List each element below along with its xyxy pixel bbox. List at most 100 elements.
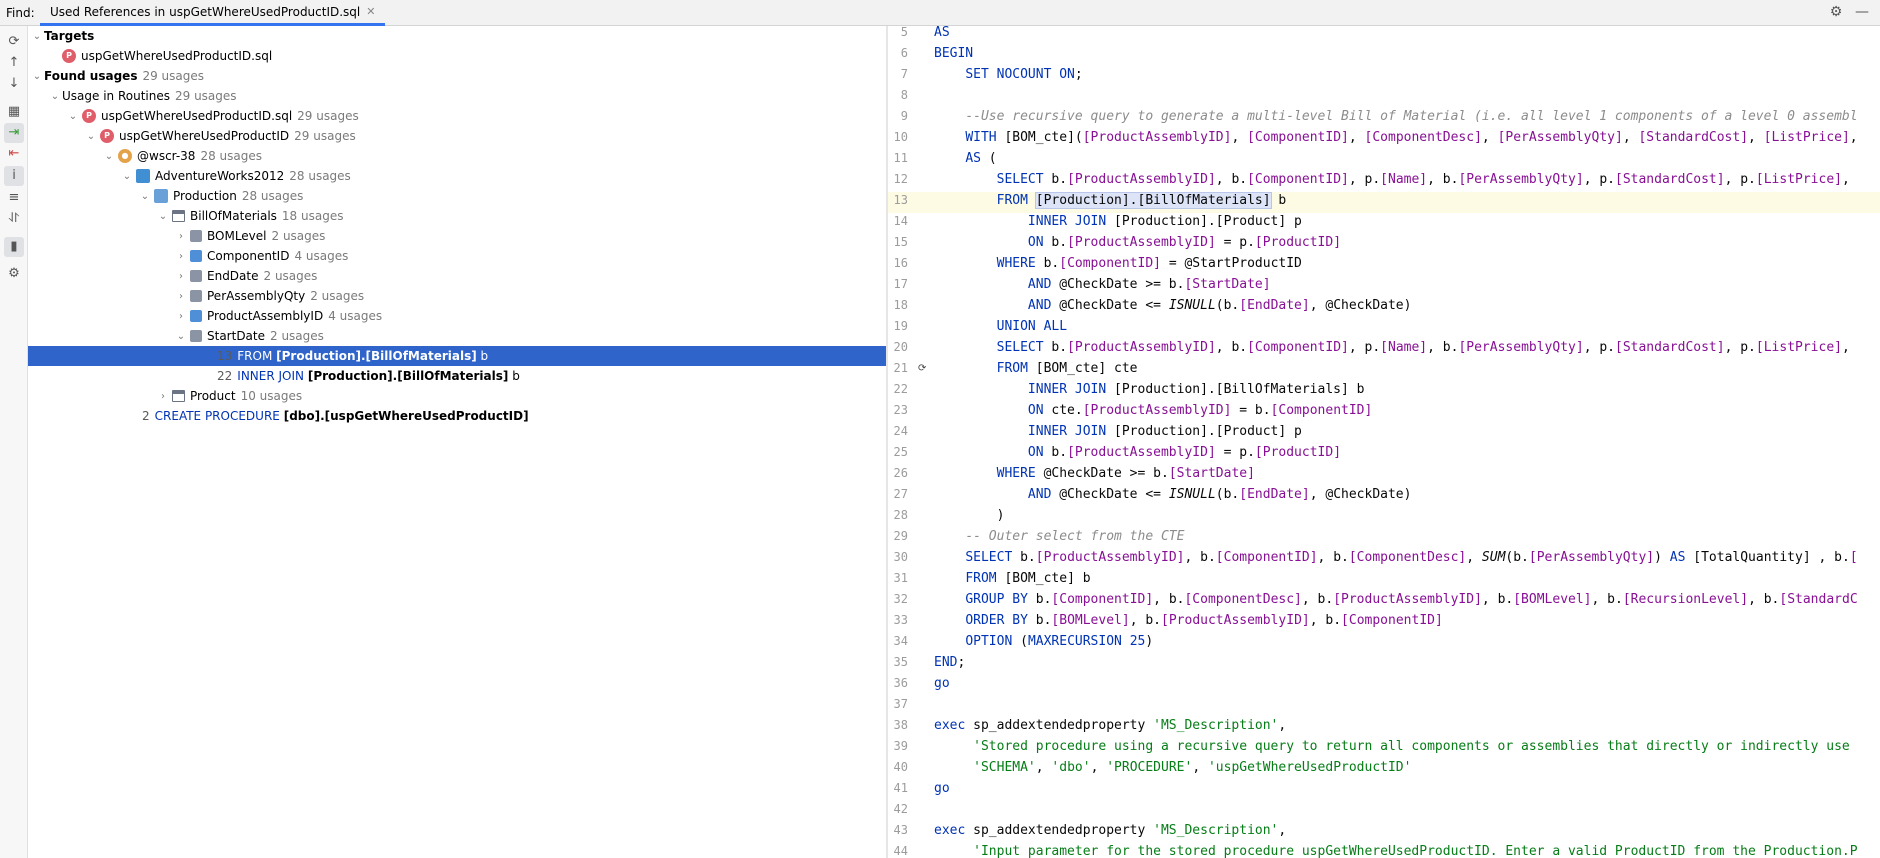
exclude-icon[interactable]: ⇤ (4, 144, 24, 164)
merge-icon[interactable]: ⥯ (4, 209, 24, 229)
code-line[interactable]: 44 'Input parameter for the stored proce… (888, 843, 1880, 858)
code-line[interactable]: 10 WITH [BOM_cte]([ProductAssemblyID], [… (888, 129, 1880, 150)
code-line[interactable]: 29 -- Outer select from the CTE (888, 528, 1880, 549)
chevron-down-icon[interactable]: ⌄ (30, 31, 44, 42)
tree-node-column[interactable]: › ComponentID 4 usages (28, 246, 886, 266)
preview-icon[interactable]: ▮ (4, 237, 24, 257)
code-line[interactable]: 16 WHERE b.[ComponentID] = @StartProduct… (888, 255, 1880, 276)
settings-icon[interactable]: ⚙ (4, 264, 24, 284)
code-line[interactable]: 9 --Use recursive query to generate a mu… (888, 108, 1880, 129)
tree-node-column[interactable]: › PerAssemblyQty 2 usages (28, 286, 886, 306)
code-line[interactable]: 5 AS (888, 26, 1880, 45)
navigate-icon[interactable]: ⇥ (4, 123, 24, 143)
code-line[interactable]: 37 (888, 696, 1880, 717)
chevron-right-icon[interactable]: › (174, 251, 188, 262)
tree-node-table[interactable]: ⌄ BillOfMaterials 18 usages (28, 206, 886, 226)
code-line[interactable]: 25 ON b.[ProductAssemblyID] = p.[Product… (888, 444, 1880, 465)
chevron-right-icon[interactable]: › (174, 311, 188, 322)
code-line[interactable]: 34 OPTION (MAXRECURSION 25) (888, 633, 1880, 654)
chevron-down-icon[interactable]: ⌄ (120, 171, 134, 182)
chevron-right-icon[interactable]: › (174, 291, 188, 302)
usage-count: 2 usages (270, 329, 324, 343)
code-preview[interactable]: 5 AS 6 BEGIN 7 SET NOCOUNT ON; 8 9 --Use recur… (888, 26, 1880, 858)
line-number: 16 (893, 256, 908, 270)
tree-node-column[interactable]: › EndDate 2 usages (28, 266, 886, 286)
chevron-down-icon[interactable]: ⌄ (174, 331, 188, 342)
code-line[interactable]: 26 WHERE @CheckDate >= b.[StartDate] (888, 465, 1880, 486)
column-label: ComponentID (207, 249, 290, 263)
code-line[interactable]: 30 SELECT b.[ProductAssemblyID], b.[Comp… (888, 549, 1880, 570)
tree-node-connection[interactable]: ⌄ ● @wscr-38 28 usages (28, 146, 886, 166)
connection-icon: ● (118, 149, 132, 163)
tree-node-file[interactable]: ⌄ P uspGetWhereUsedProductID.sql 29 usag… (28, 106, 886, 126)
code-line[interactable]: 7 SET NOCOUNT ON; (888, 66, 1880, 87)
code-line[interactable]: 39 'Stored procedure using a recursive q… (888, 738, 1880, 759)
code-line[interactable]: 40 'SCHEMA', 'dbo', 'PROCEDURE', 'uspGet… (888, 759, 1880, 780)
code-line[interactable]: 23 ON cte.[ProductAssemblyID] = b.[Compo… (888, 402, 1880, 423)
code-line[interactable]: 6 BEGIN (888, 45, 1880, 66)
tree-node-schema[interactable]: ⌄ Production 28 usages (28, 186, 886, 206)
tree-node-found-usages[interactable]: ⌄ Found usages 29 usages (28, 66, 886, 86)
tree-usage[interactable]: 2 CREATE PROCEDURE [dbo].[uspGetWhereUse… (28, 406, 886, 426)
chevron-down-icon[interactable]: ⌄ (102, 151, 116, 162)
tree-node-column[interactable]: › ProductAssemblyID 4 usages (28, 306, 886, 326)
tree-usage[interactable]: 22 INNER JOIN [Production].[BillOfMateri… (28, 366, 886, 386)
code-line[interactable]: 24 INNER JOIN [Production].[Product] p (888, 423, 1880, 444)
code-line[interactable]: 13 FROM [Production].[BillOfMaterials] b (888, 192, 1880, 213)
chevron-right-icon[interactable]: › (156, 391, 170, 402)
code-line[interactable]: 35 END; (888, 654, 1880, 675)
close-icon[interactable]: ✕ (366, 5, 375, 18)
code-line[interactable]: 33 ORDER BY b.[BOMLevel], b.[ProductAsse… (888, 612, 1880, 633)
minimize-icon[interactable]: — (1854, 4, 1870, 20)
code-line[interactable]: 11 AS ( (888, 150, 1880, 171)
tree-node-database[interactable]: ⌄ AdventureWorks2012 28 usages (28, 166, 886, 186)
refresh-icon[interactable]: ⟳ (4, 32, 24, 52)
down-arrow-icon[interactable]: ↓ (4, 74, 24, 94)
tree-node-targets[interactable]: ⌄ Targets (28, 26, 886, 46)
chevron-right-icon[interactable]: › (174, 231, 188, 242)
code-line[interactable]: 43 exec sp_addextendedproperty 'MS_Descri… (888, 822, 1880, 843)
code-line[interactable]: 42 (888, 801, 1880, 822)
code-line[interactable]: 8 (888, 87, 1880, 108)
code-line[interactable]: 41 go (888, 780, 1880, 801)
tree-node-usage-in-routines[interactable]: ⌄ Usage in Routines 29 usages (28, 86, 886, 106)
group-icon[interactable]: ▦ (4, 102, 24, 122)
find-results-tab[interactable]: Used References in uspGetWhereUsedProduc… (40, 0, 386, 26)
code-line[interactable]: 12 SELECT b.[ProductAssemblyID], b.[Comp… (888, 171, 1880, 192)
chevron-right-icon[interactable]: › (174, 271, 188, 282)
tree-usage-selected[interactable]: 13 FROM [Production].[BillOfMaterials] b (28, 346, 886, 366)
tree-node-column[interactable]: › BOMLevel 2 usages (28, 226, 886, 246)
chevron-down-icon[interactable]: ⌄ (84, 131, 98, 142)
chevron-down-icon[interactable]: ⌄ (66, 111, 80, 122)
tree-node-target-file[interactable]: P uspGetWhereUsedProductID.sql (28, 46, 886, 66)
code-line[interactable]: 32 GROUP BY b.[ComponentID], b.[Componen… (888, 591, 1880, 612)
tree-node-table[interactable]: › Product 10 usages (28, 386, 886, 406)
line-number: 5 (900, 26, 908, 39)
code-line[interactable]: 19 UNION ALL (888, 318, 1880, 339)
code-line[interactable]: 36 go (888, 675, 1880, 696)
code-line[interactable]: 17 AND @CheckDate >= b.[StartDate] (888, 276, 1880, 297)
code-line[interactable]: 31 FROM [BOM_cte] b (888, 570, 1880, 591)
chevron-down-icon[interactable]: ⌄ (30, 71, 44, 82)
tree-node-column[interactable]: ⌄ StartDate 2 usages (28, 326, 886, 346)
align-icon[interactable]: ≡ (4, 188, 24, 208)
code-line[interactable]: 21 ⟳ FROM [BOM_cte] cte (888, 360, 1880, 381)
code-line[interactable]: 20 SELECT b.[ProductAssemblyID], b.[Comp… (888, 339, 1880, 360)
tree-node-procedure[interactable]: ⌄ P uspGetWhereUsedProductID 29 usages (28, 126, 886, 146)
chevron-down-icon[interactable]: ⌄ (138, 191, 152, 202)
code-line[interactable]: 22 INNER JOIN [Production].[BillOfMateri… (888, 381, 1880, 402)
code-line[interactable]: 28 ) (888, 507, 1880, 528)
gear-icon[interactable]: ⚙ (1828, 4, 1844, 20)
code-line[interactable]: 27 AND @CheckDate <= ISNULL(b.[EndDate],… (888, 486, 1880, 507)
recursion-gutter-icon[interactable]: ⟳ (918, 363, 926, 374)
up-arrow-icon[interactable]: ↑ (4, 53, 24, 73)
chevron-down-icon[interactable]: ⌄ (156, 211, 170, 222)
chevron-down-icon[interactable]: ⌄ (48, 91, 62, 102)
code-line[interactable]: 18 AND @CheckDate <= ISNULL(b.[EndDate],… (888, 297, 1880, 318)
code-line[interactable]: 14 INNER JOIN [Production].[Product] p (888, 213, 1880, 234)
code-line[interactable]: 38 exec sp_addextendedproperty 'MS_Descri… (888, 717, 1880, 738)
info-icon[interactable]: i (4, 166, 24, 186)
code-line[interactable]: 15 ON b.[ProductAssemblyID] = p.[Product… (888, 234, 1880, 255)
code-text: ) (934, 508, 1005, 523)
targets-label: Targets (44, 29, 95, 43)
